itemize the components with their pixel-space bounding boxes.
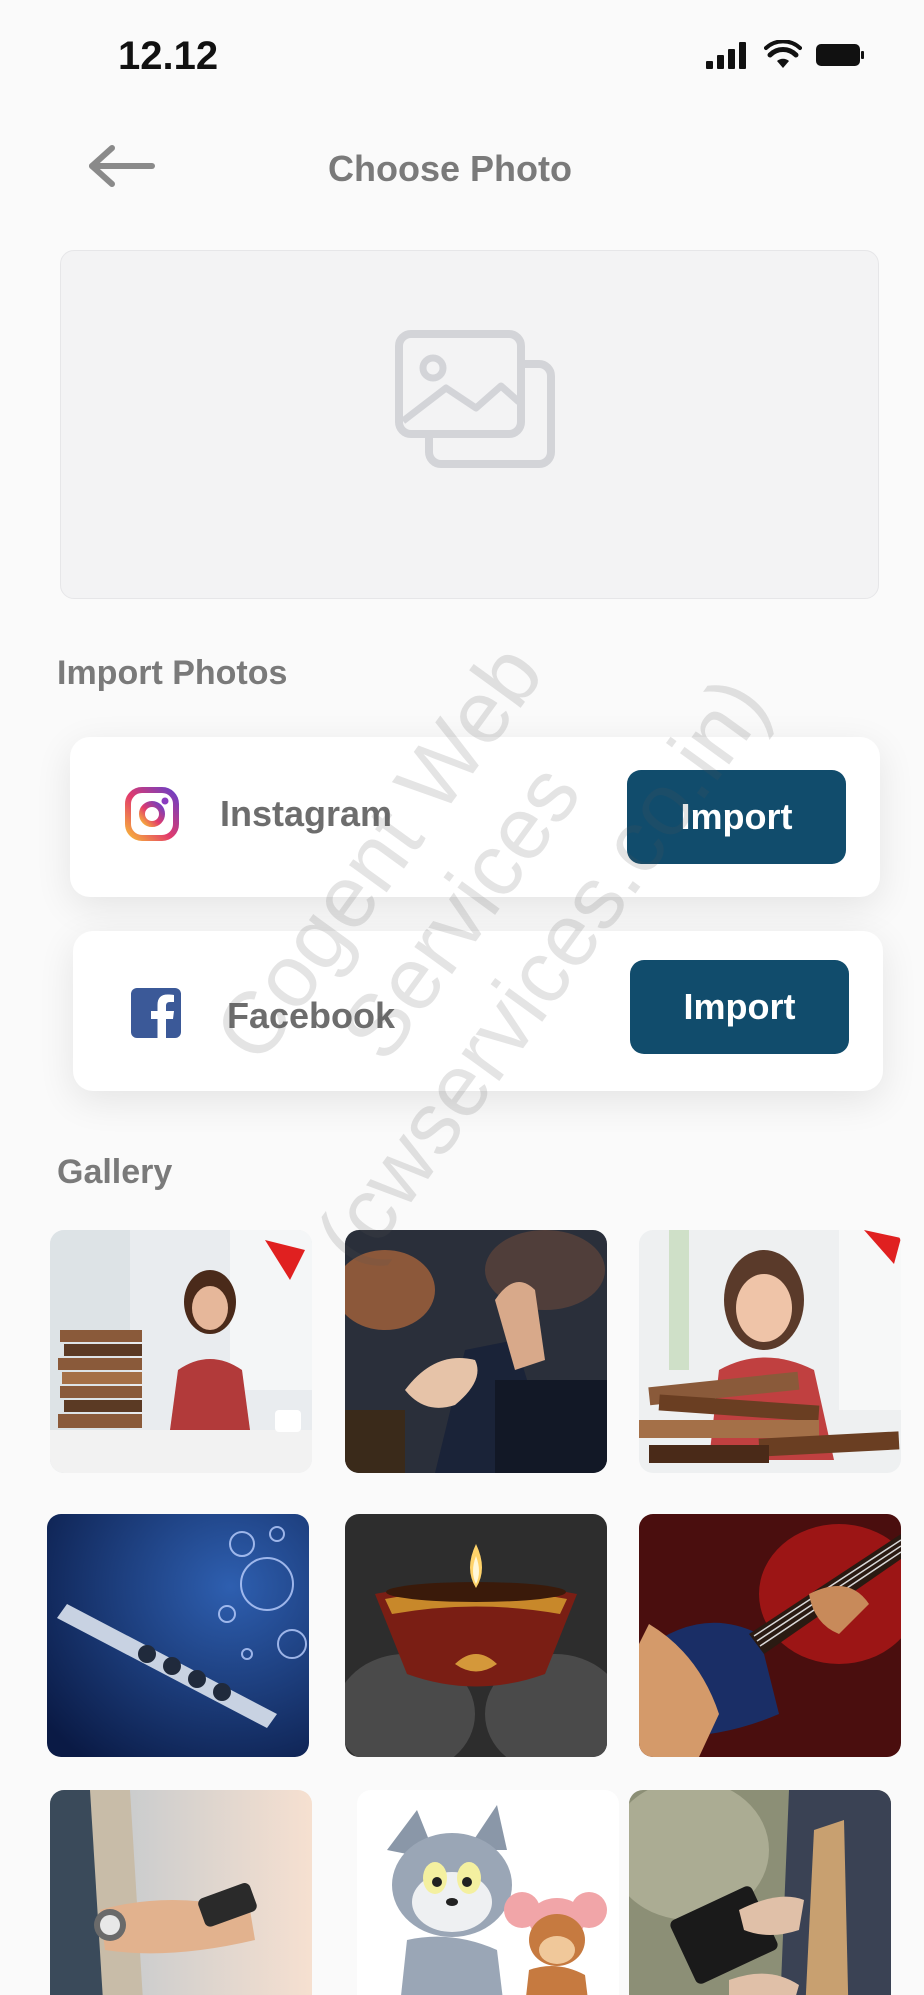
battery-icon bbox=[816, 44, 864, 66]
page-title: Choose Photo bbox=[328, 148, 572, 189]
diya-lamp-photo[interactable] bbox=[345, 1514, 607, 1757]
facebook-icon bbox=[131, 988, 181, 1040]
status-bar: 12.12 bbox=[0, 0, 924, 110]
status-time: 12.12 bbox=[118, 34, 219, 78]
flute-with-bubbles-photo[interactable] bbox=[47, 1514, 309, 1757]
instagram-card: Instagram Import bbox=[70, 737, 880, 897]
student-with-books-photo[interactable] bbox=[50, 1230, 312, 1473]
man-with-tablet-photo[interactable] bbox=[629, 1790, 891, 1995]
signal-icon bbox=[706, 42, 746, 69]
gallery-title: Gallery bbox=[57, 1153, 173, 1191]
tom-and-jerry-photo[interactable] bbox=[357, 1790, 619, 1995]
guitar-player-photo[interactable] bbox=[639, 1514, 901, 1757]
girl-hugging-books-photo[interactable] bbox=[639, 1230, 901, 1473]
instagram-label: Instagram bbox=[220, 793, 393, 834]
status-icons bbox=[706, 40, 864, 70]
wifi-icon bbox=[764, 40, 802, 68]
audience-clapping-photo[interactable] bbox=[345, 1230, 607, 1473]
import-photos-title: Import Photos bbox=[57, 654, 288, 692]
man-with-phone-photo[interactable] bbox=[50, 1790, 312, 1995]
facebook-card: Facebook Import bbox=[73, 931, 883, 1091]
watermark: Cogent Web Services (cwservices.co.in) bbox=[131, 539, 788, 1284]
header: Choose Photo bbox=[0, 130, 924, 210]
facebook-label: Facebook bbox=[227, 995, 396, 1036]
photo-preview[interactable] bbox=[60, 250, 879, 599]
image-placeholder-icon bbox=[395, 330, 555, 468]
instagram-icon bbox=[125, 787, 179, 841]
facebook-import-button[interactable]: Import bbox=[630, 960, 849, 1054]
instagram-import-button[interactable]: Import bbox=[627, 770, 846, 864]
